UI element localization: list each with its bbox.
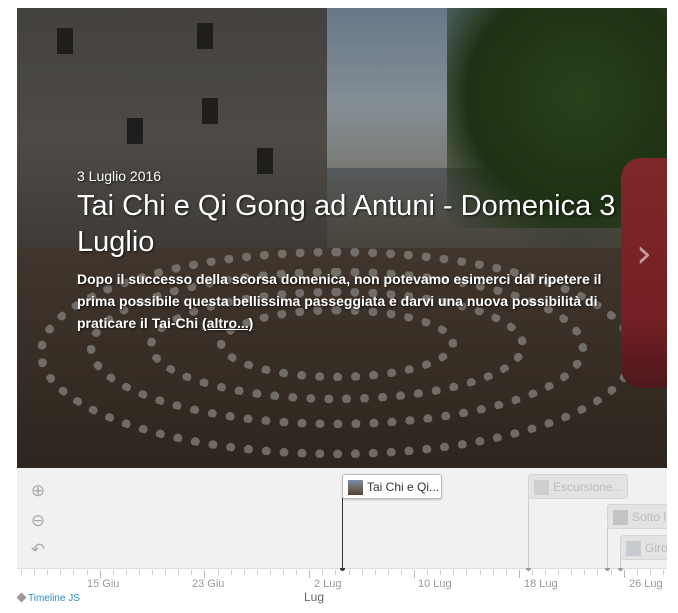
axis-tick — [191, 570, 193, 575]
axis-tick — [243, 570, 245, 575]
axis-tick — [440, 570, 442, 575]
axis-tick — [309, 570, 311, 578]
time-axis: 15 Giu 23 Giu 2 Lug 10 Lug 18 Lug 26 Lug… — [17, 568, 667, 613]
diamond-icon — [16, 592, 27, 603]
axis-tick — [204, 570, 206, 578]
marker-line — [342, 498, 343, 568]
axis-tick — [86, 570, 88, 575]
marker-thumbnail — [534, 480, 549, 495]
back-arrow-icon[interactable]: ↶ — [27, 539, 49, 561]
axis-tick — [178, 570, 180, 575]
slide-text-block: 3 Luglio 2016 Tai Chi e Qi Gong ad Antun… — [77, 168, 637, 334]
slide-media: 3 Luglio 2016 Tai Chi e Qi Gong ad Antun… — [17, 8, 667, 468]
axis-tick-label: 2 Lug — [314, 578, 342, 590]
axis-tick — [492, 570, 494, 575]
axis-tick — [571, 570, 573, 575]
axis-tick — [584, 570, 586, 575]
axis-tick — [348, 570, 350, 575]
axis-tick — [518, 570, 520, 578]
marker-thumbnail — [626, 541, 641, 556]
axis-tick — [73, 570, 75, 575]
slide-description-text: Dopo il successo della scorsa domenica, … — [77, 271, 602, 331]
axis-tick — [283, 570, 284, 575]
slide-title: Tai Chi e Qi Gong ad Antuni - Domenica 3… — [77, 190, 616, 258]
axis-tick — [374, 570, 376, 575]
slide-date: 3 Luglio 2016 — [77, 168, 162, 184]
slide-description: Dopo il successo della scorsa domenica, … — [77, 268, 637, 334]
axis-tick — [47, 570, 49, 575]
axis-tick — [558, 570, 560, 575]
timeline-nav: ⊕ ⊖ ↶ Tai Chi e Qi... Escursione... Sott… — [17, 468, 667, 568]
axis-tick — [361, 570, 363, 575]
marker-label: Tai Chi e Qi... — [367, 480, 440, 494]
axis-tick — [99, 570, 101, 578]
axis-tick — [165, 570, 167, 575]
axis-tick — [453, 570, 455, 575]
axis-tick — [125, 570, 127, 575]
axis-tick — [335, 570, 337, 575]
axis-tick-label: 18 Lug — [524, 578, 558, 590]
axis-tick — [623, 570, 625, 578]
axis-tick — [152, 570, 153, 575]
marker-dot[interactable] — [618, 568, 623, 571]
axis-tick — [662, 570, 664, 575]
zoom-out-icon[interactable]: ⊖ — [27, 510, 49, 532]
timeline-marker[interactable]: Giro — [620, 535, 667, 560]
axis-tick — [60, 570, 62, 575]
axis-tick — [138, 570, 140, 575]
axis-tick — [256, 570, 258, 575]
timelinejs-credit-link[interactable]: Timeline JS — [16, 592, 80, 604]
axis-tick — [34, 570, 36, 575]
axis-tick — [545, 570, 546, 575]
axis-tick — [649, 570, 651, 575]
marker-label: Sotto l — [632, 510, 667, 524]
axis-tick — [427, 570, 429, 575]
axis-tick-label: 10 Lug — [418, 578, 452, 590]
marker-line — [607, 528, 608, 568]
axis-tick — [414, 570, 415, 578]
chevron-right-icon[interactable]: › — [629, 234, 659, 274]
marker-dot[interactable] — [340, 568, 345, 571]
axis-tick — [531, 570, 533, 575]
axis-tick-label: 23 Giu — [192, 578, 225, 590]
axis-tick — [217, 570, 219, 575]
axis-tick — [296, 570, 298, 575]
axis-tick — [610, 570, 612, 575]
axis-tick — [387, 570, 389, 575]
credit-label: Timeline JS — [28, 593, 80, 604]
axis-tick — [112, 570, 114, 575]
marker-thumbnail — [613, 510, 628, 525]
axis-tick — [466, 570, 468, 575]
axis-tick — [636, 570, 638, 575]
axis-tick — [230, 570, 232, 575]
timeline-marker[interactable]: Tai Chi e Qi... — [342, 474, 442, 499]
marker-label: Giro — [645, 541, 667, 555]
axis-tick — [597, 570, 599, 575]
marker-dot[interactable] — [526, 568, 531, 571]
marker-dot[interactable] — [605, 568, 610, 571]
axis-tick — [322, 570, 324, 575]
axis-tick — [505, 570, 507, 575]
marker-label: Escursione... — [553, 480, 623, 494]
axis-tick — [479, 570, 481, 575]
zoom-in-icon[interactable]: ⊕ — [27, 480, 49, 502]
read-more-link[interactable]: (altro...) — [202, 315, 253, 331]
timeline-marker[interactable]: Sotto l — [607, 504, 667, 529]
timeline-marker[interactable]: Escursione... — [528, 474, 628, 499]
axis-tick-label: 26 Lug — [629, 578, 663, 590]
axis-tick — [21, 570, 22, 575]
axis-month-label: Lug — [304, 590, 325, 604]
axis-tick — [400, 570, 402, 575]
marker-line — [528, 498, 529, 568]
marker-thumbnail — [348, 480, 363, 495]
axis-tick-label: 15 Giu — [87, 578, 120, 590]
axis-tick — [269, 570, 271, 575]
